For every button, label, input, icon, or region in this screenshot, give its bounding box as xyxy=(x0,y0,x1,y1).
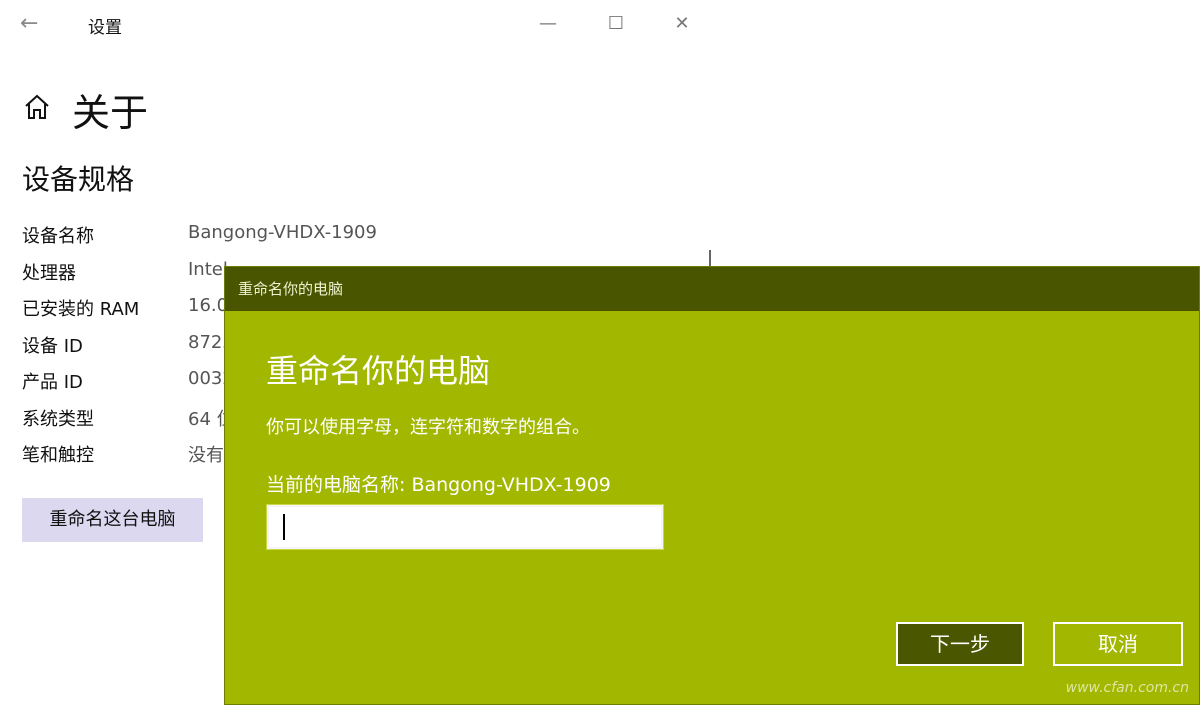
back-arrow-icon: ← xyxy=(20,11,39,36)
spec-label: 笔和触控 xyxy=(22,445,94,466)
spec-value: Bangong-VHDX-1909 xyxy=(188,222,377,243)
next-button[interactable]: 下一步 xyxy=(896,622,1024,666)
text-caret xyxy=(283,514,285,540)
home-icon[interactable] xyxy=(22,92,52,122)
close-button[interactable]: ✕ xyxy=(662,8,702,40)
rename-pc-button[interactable]: 重命名这台电脑 xyxy=(22,498,203,542)
spec-label: 设备 ID xyxy=(22,335,83,357)
dialog-description: 你可以使用字母，连字符和数字的组合。 xyxy=(266,417,590,438)
spec-value: 16.0 xyxy=(188,295,229,316)
dialog-titlebar: 重命名你的电脑 xyxy=(225,267,1199,311)
rename-dialog: 重命名你的电脑 重命名你的电脑 你可以使用字母，连字符和数字的组合。 当前的电脑… xyxy=(224,266,1200,705)
current-pc-name: 当前的电脑名称: Bangong-VHDX-1909 xyxy=(266,474,611,496)
page-title: 关于 xyxy=(72,91,149,135)
back-button[interactable]: ← xyxy=(20,10,48,38)
minimize-icon: — xyxy=(539,13,557,34)
spec-row-device-name: 设备名称 Bangong-VHDX-1909 xyxy=(22,222,712,259)
window-title: 设置 xyxy=(88,18,122,38)
dialog-heading: 重命名你的电脑 xyxy=(266,352,491,390)
spec-label: 已安装的 RAM xyxy=(22,299,140,320)
watermark: www.cfan.com.cn xyxy=(1065,680,1189,696)
maximize-icon: ☐ xyxy=(607,13,625,34)
close-icon: ✕ xyxy=(674,13,690,34)
spec-label: 产品 ID xyxy=(22,372,83,393)
cancel-button[interactable]: 取消 xyxy=(1053,622,1183,666)
maximize-button[interactable]: ☐ xyxy=(596,8,636,40)
settings-titlebar: ← 设置 — ☐ ✕ xyxy=(0,0,720,48)
spec-label: 系统类型 xyxy=(22,408,94,430)
new-name-input[interactable] xyxy=(267,505,663,549)
spec-value: Intel xyxy=(188,258,228,280)
spec-label: 设备名称 xyxy=(22,226,94,247)
minimize-button[interactable]: — xyxy=(528,8,568,40)
spec-label: 处理器 xyxy=(22,262,76,284)
spec-value: 没有 xyxy=(188,445,224,466)
section-title: 设备规格 xyxy=(22,163,135,196)
